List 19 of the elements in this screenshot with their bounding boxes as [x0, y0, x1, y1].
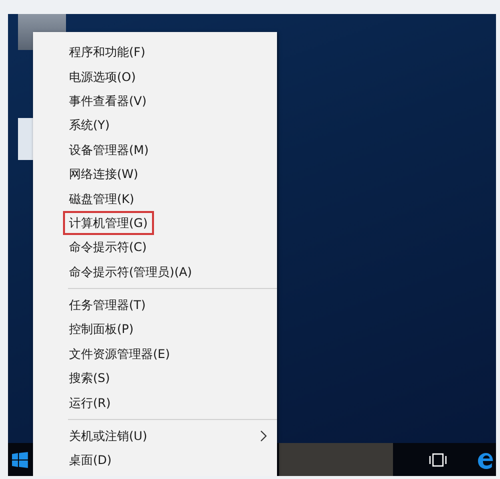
menu-item[interactable]: 文件资源管理器(E)	[33, 342, 277, 366]
menu-item[interactable]: 电源选项(O)	[33, 64, 277, 89]
menu-item[interactable]: 任务管理器(T)	[33, 292, 277, 318]
menu-item[interactable]: 命令提示符(C)	[33, 235, 277, 260]
menu-item[interactable]: 命令提示符(管理员)(A)	[33, 260, 277, 284]
menu-item[interactable]: 搜索(S)	[33, 366, 277, 390]
menu-item[interactable]: 计算机管理(G)	[33, 210, 277, 236]
menu-item[interactable]: 控制面板(P)	[33, 317, 277, 342]
menu-item[interactable]: 程序和功能(F)	[33, 40, 277, 64]
menu-item[interactable]: 磁盘管理(K)	[33, 186, 277, 211]
menu-item[interactable]: 桌面(D)	[33, 448, 277, 473]
menu-item[interactable]: 系统(Y)	[33, 113, 277, 138]
menu-item[interactable]: 事件查看器(V)	[33, 88, 277, 114]
menu-item[interactable]: 运行(R)	[33, 390, 277, 415]
menu-item[interactable]: 设备管理器(M)	[33, 138, 277, 162]
task-view-icon[interactable]	[428, 452, 448, 466]
menu-item[interactable]: 关机或注销(U)	[33, 424, 277, 448]
menu-item[interactable]: 网络连接(W)	[33, 162, 277, 186]
windows-start-icon[interactable]	[12, 452, 28, 468]
